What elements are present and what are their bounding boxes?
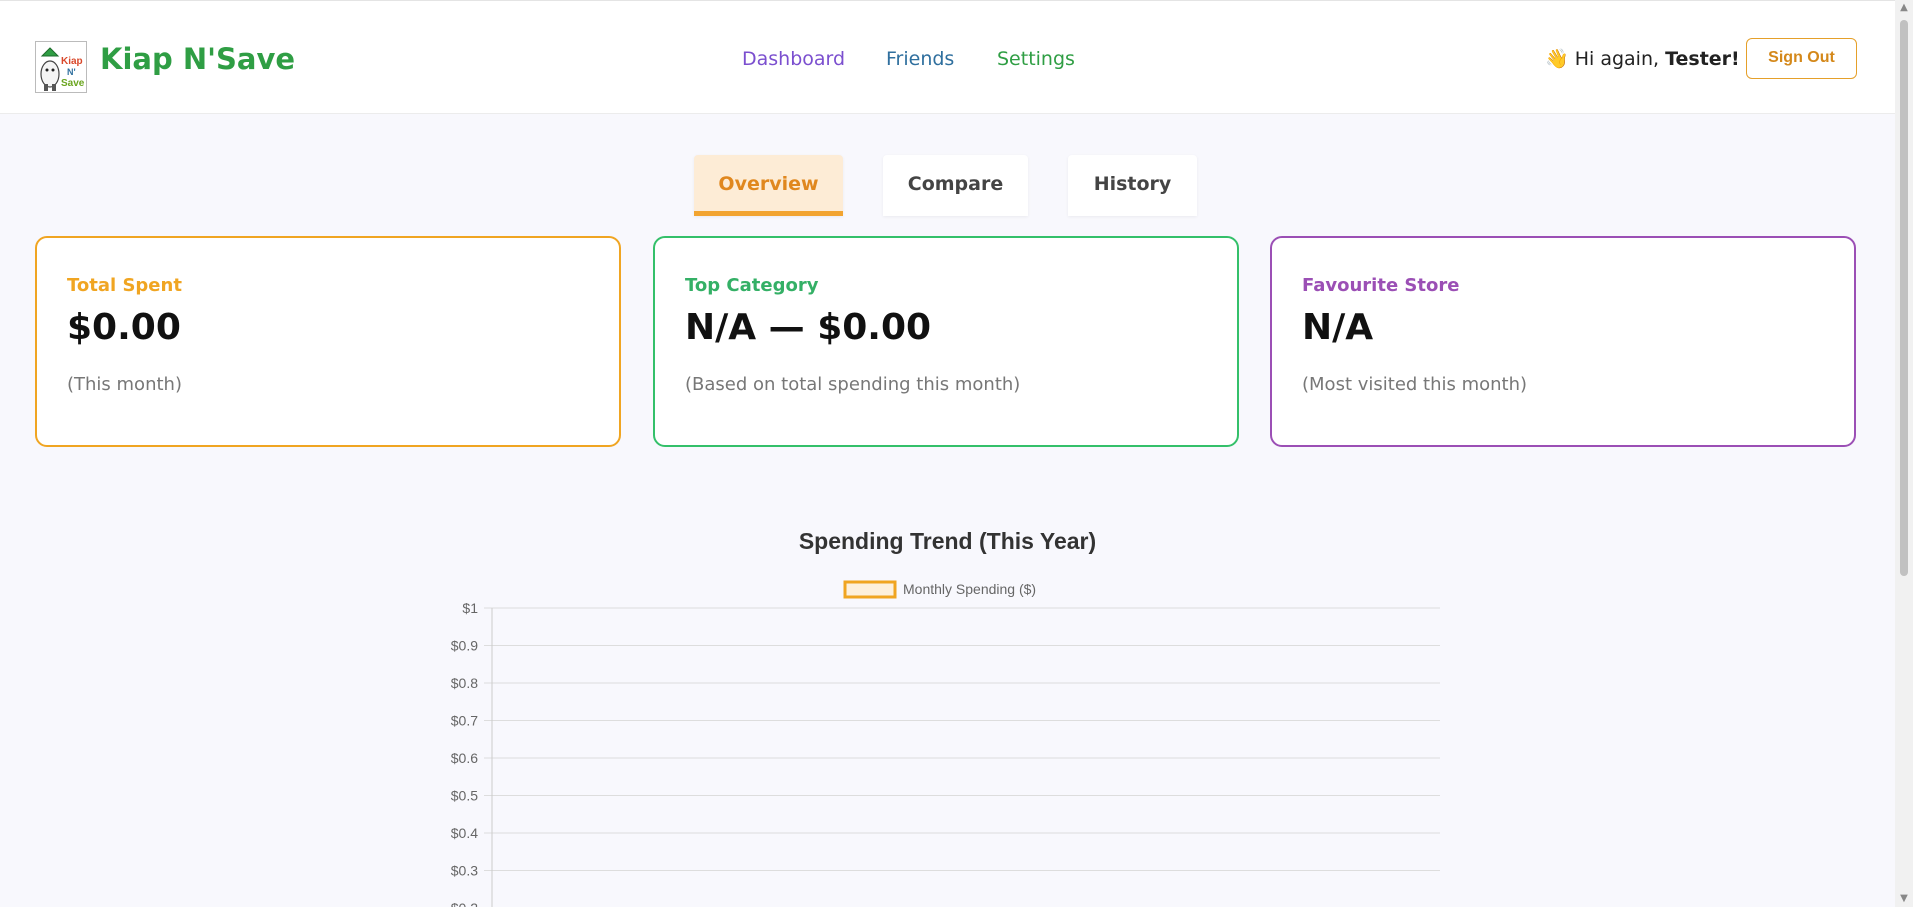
waving-hand-icon: 👋 <box>1545 48 1569 70</box>
legend-label: Monthly Spending ($) <box>903 581 1036 597</box>
y-tick-label: $0.5 <box>451 788 478 804</box>
chart-title: Spending Trend (This Year) <box>798 528 1097 554</box>
card-title: Top Category <box>685 275 819 296</box>
y-tick-label: $0.6 <box>451 750 478 766</box>
greeting-text: Hi again, <box>1574 48 1666 70</box>
y-tick-label: $0.2 <box>451 900 478 907</box>
nav-settings[interactable]: Settings <box>997 47 1075 71</box>
tab-overview[interactable]: Overview <box>694 155 843 216</box>
tab-compare[interactable]: Compare <box>883 155 1028 216</box>
y-tick-label: $0.8 <box>451 675 478 691</box>
sign-out-button[interactable]: Sign Out <box>1746 38 1857 79</box>
card-title: Total Spent <box>67 275 182 296</box>
y-tick-label: $0.3 <box>451 863 478 879</box>
favourite-store-card: Favourite Store N/A (Most visited this m… <box>1270 236 1856 447</box>
brand-title[interactable]: Kiap N'Save <box>100 41 295 77</box>
svg-text:Save: Save <box>61 78 85 89</box>
card-value: N/A <box>1302 307 1374 348</box>
y-tick-label: $0.7 <box>451 713 478 729</box>
y-tick-label: $0.9 <box>451 638 478 654</box>
card-subtitle: (Most visited this month) <box>1302 374 1528 395</box>
card-title: Favourite Store <box>1302 275 1460 296</box>
top-category-card: Top Category N/A — $0.00 (Based on total… <box>653 236 1239 447</box>
scroll-up-icon[interactable]: ▲ <box>1898 2 1910 14</box>
vertical-scrollbar[interactable]: ▲ ▼ <box>1895 0 1913 907</box>
card-value: N/A — $0.00 <box>685 307 932 348</box>
top-header: Kiap N' Save Kiap N'Save Dashboard Frien… <box>0 0 1895 114</box>
card-subtitle: (This month) <box>67 374 182 395</box>
app-logo[interactable]: Kiap N' Save <box>35 41 87 93</box>
scrollbar-thumb[interactable] <box>1900 20 1908 576</box>
tab-history[interactable]: History <box>1068 155 1197 216</box>
scroll-down-icon[interactable]: ▼ <box>1898 893 1910 905</box>
spending-trend-chart: Monthly Spending ($) $1 $0.9 $0.8 $0.7 $0.6 $0… <box>451 580 1440 907</box>
user-greeting: 👋 Hi again, Tester! <box>1545 46 1740 72</box>
user-name: Tester! <box>1665 48 1740 70</box>
y-tick-label: $1 <box>462 600 478 616</box>
svg-text:N': N' <box>67 67 76 77</box>
y-tick-label: $0.4 <box>451 825 478 841</box>
mascot-logo-icon: Kiap N' Save <box>36 42 86 92</box>
nav-dashboard[interactable]: Dashboard <box>742 47 845 71</box>
card-subtitle: (Based on total spending this month) <box>685 374 1021 395</box>
total-spent-card: Total Spent $0.00 (This month) <box>35 236 621 447</box>
card-value: $0.00 <box>67 307 181 348</box>
svg-text:Kiap: Kiap <box>61 56 83 67</box>
legend-swatch <box>843 580 897 599</box>
nav-friends[interactable]: Friends <box>886 47 954 71</box>
